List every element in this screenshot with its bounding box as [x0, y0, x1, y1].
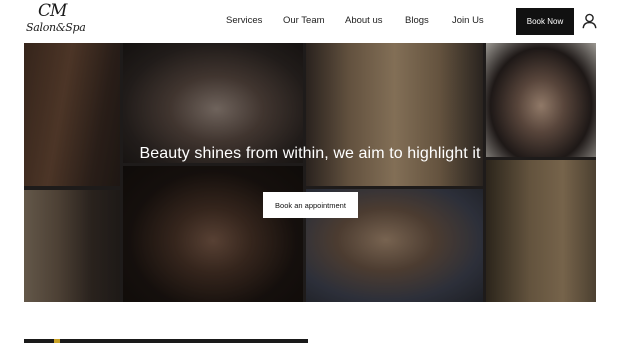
- salon-logo[interactable]: CM Salon&Spa: [24, 1, 90, 38]
- nav-our-team[interactable]: Our Team: [283, 15, 325, 26]
- image-accent: [54, 339, 60, 343]
- book-appointment-button[interactable]: Book an appointment: [263, 192, 358, 218]
- user-account-icon[interactable]: [582, 13, 597, 29]
- nav-services[interactable]: Services: [226, 15, 262, 26]
- nav-about-us[interactable]: About us: [345, 15, 383, 26]
- hero-banner: Beauty shines from within, we aim to hig…: [24, 43, 596, 302]
- book-now-button[interactable]: Book Now: [516, 8, 574, 35]
- logo-monogram: CM: [38, 1, 67, 21]
- site-header: CM Salon&Spa Services Our Team About us …: [0, 0, 620, 43]
- nav-join-us[interactable]: Join Us: [452, 15, 484, 26]
- hero-dark-overlay: [24, 43, 596, 302]
- next-section-image-edge: [24, 339, 308, 343]
- nav-blogs[interactable]: Blogs: [405, 15, 429, 26]
- hero-headline: Beauty shines from within, we aim to hig…: [139, 145, 481, 162]
- logo-wordmark: Salon&Spa: [26, 21, 86, 34]
